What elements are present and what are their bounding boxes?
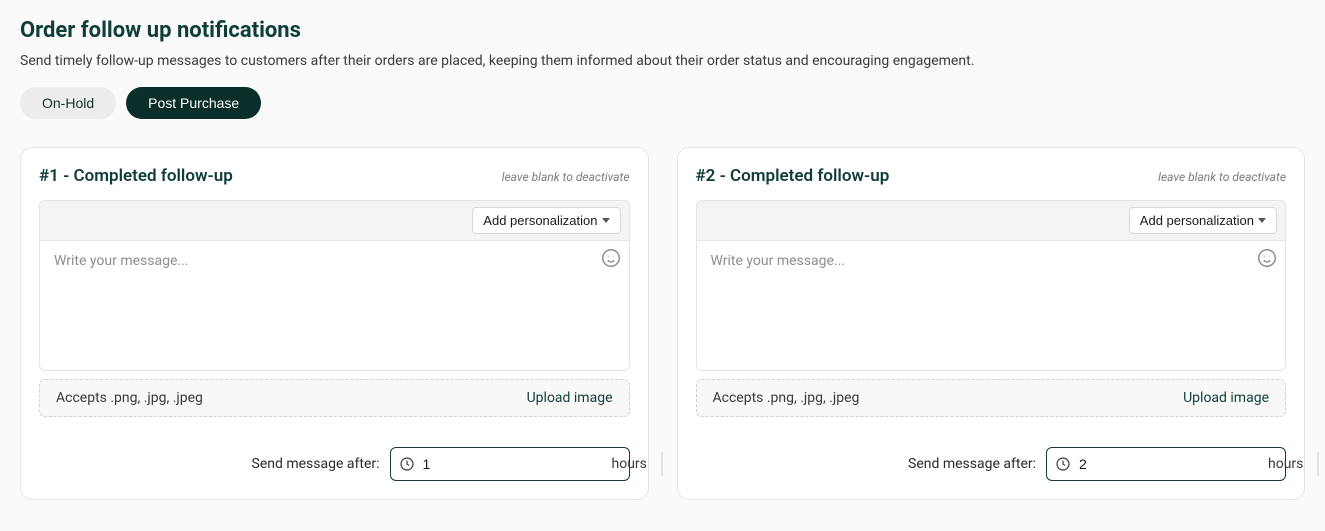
stepper-down-button[interactable]	[662, 464, 663, 475]
card-title: #1 - Completed follow-up	[39, 166, 233, 186]
add-personalization-button[interactable]: Add personalization	[1129, 207, 1277, 234]
message-input[interactable]	[696, 241, 1287, 371]
delay-value-input[interactable]	[423, 456, 604, 472]
upload-accepts-text: Accepts .png, .jpg, .jpeg	[713, 390, 860, 406]
chevron-down-icon	[1258, 218, 1266, 223]
emoji-icon[interactable]	[600, 247, 622, 269]
delay-field: hours	[390, 447, 630, 481]
upload-image-link[interactable]: Upload image	[527, 390, 613, 406]
upload-accepts-text: Accepts .png, .jpg, .jpeg	[56, 390, 203, 406]
upload-image-link[interactable]: Upload image	[1183, 390, 1269, 406]
delay-unit-label: hours	[612, 456, 647, 472]
tab-on-hold[interactable]: On-Hold	[20, 87, 116, 119]
upload-dropzone[interactable]: Accepts .png, .jpg, .jpeg Upload image	[39, 379, 630, 417]
clock-icon	[399, 456, 415, 472]
emoji-icon[interactable]	[1256, 247, 1278, 269]
tab-post-purchase[interactable]: Post Purchase	[126, 87, 261, 119]
page-subtitle: Send timely follow-up messages to custom…	[20, 53, 1305, 69]
delay-stepper	[1317, 452, 1319, 476]
page-title: Order follow up notifications	[20, 18, 1305, 43]
stepper-up-button[interactable]	[1318, 453, 1319, 464]
add-personalization-button[interactable]: Add personalization	[472, 207, 620, 234]
followup-card-1: #1 - Completed follow-up leave blank to …	[20, 147, 649, 500]
send-after-label: Send message after:	[908, 456, 1036, 472]
delay-unit-label: hours	[1268, 456, 1303, 472]
delay-stepper	[661, 452, 663, 476]
editor-toolbar: Add personalization	[696, 200, 1287, 241]
chevron-down-icon	[602, 218, 610, 223]
clock-icon	[1055, 456, 1071, 472]
deactivate-hint: leave blank to deactivate	[502, 170, 630, 184]
deactivate-hint: leave blank to deactivate	[1158, 170, 1286, 184]
editor-toolbar: Add personalization	[39, 200, 630, 241]
add-personalization-label: Add personalization	[1140, 213, 1254, 228]
stepper-down-button[interactable]	[1318, 464, 1319, 475]
delay-value-input[interactable]	[1079, 456, 1260, 472]
send-after-label: Send message after:	[252, 456, 380, 472]
add-personalization-label: Add personalization	[483, 213, 597, 228]
tabs: On-Hold Post Purchase	[20, 87, 1305, 119]
delay-field: hours	[1046, 447, 1286, 481]
stepper-up-button[interactable]	[662, 453, 663, 464]
followup-card-2: #2 - Completed follow-up leave blank to …	[677, 147, 1306, 500]
upload-dropzone[interactable]: Accepts .png, .jpg, .jpeg Upload image	[696, 379, 1287, 417]
card-title: #2 - Completed follow-up	[696, 166, 890, 186]
message-input[interactable]	[39, 241, 630, 371]
